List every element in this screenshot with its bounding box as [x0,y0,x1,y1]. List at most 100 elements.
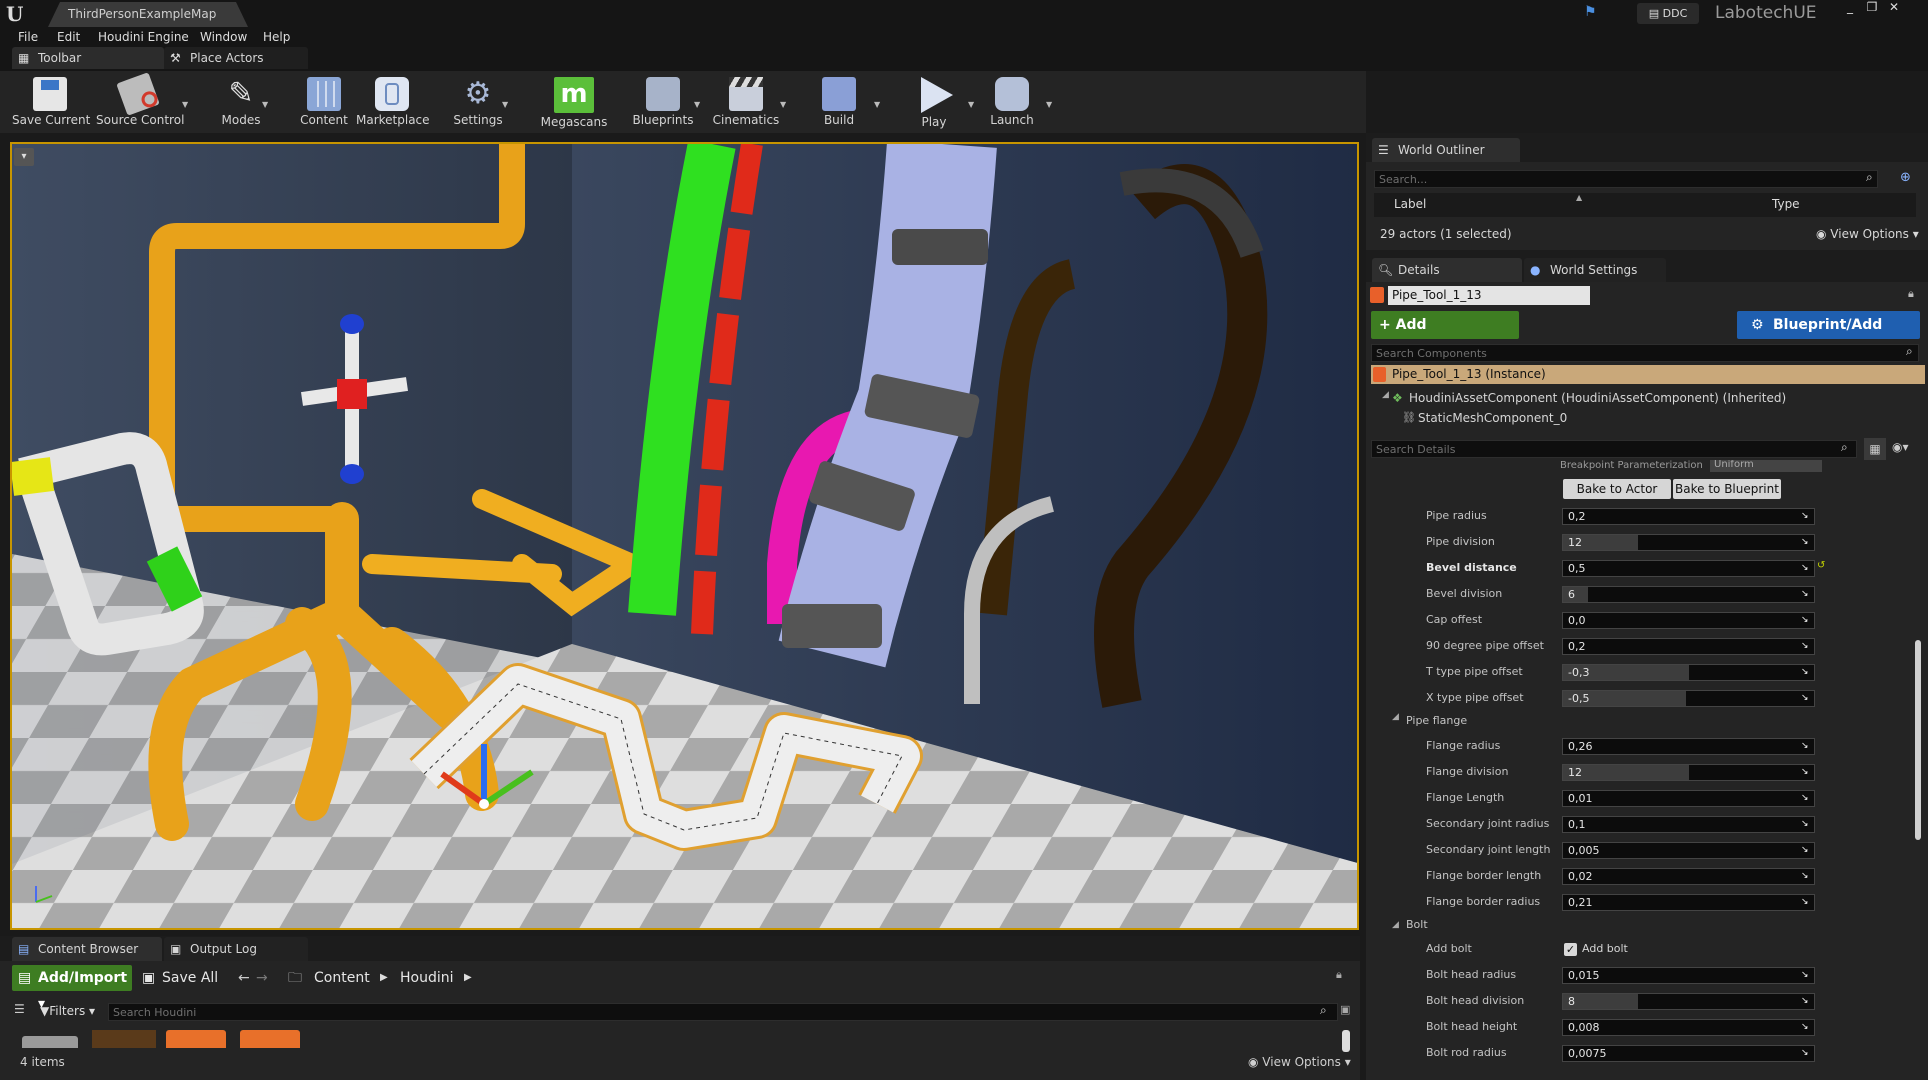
blueprints-dropdown-icon[interactable]: ▼ [694,100,702,109]
launch-dropdown-icon[interactable]: ▼ [1046,100,1054,109]
tab-place-actors[interactable]: ⚒ Place Actors [164,47,308,69]
source-control-button[interactable]: Source Control [96,72,184,131]
reset-arrow-icon[interactable]: ↘ [1801,562,1811,574]
megascans-button[interactable]: m Megascans [538,73,610,131]
bake-to-actor-button[interactable]: Bake to Actor [1563,479,1671,499]
prop-field-bolt-rod-radius[interactable]: 0,0075 ↘ [1562,1045,1815,1062]
launch-button[interactable]: Launch [982,73,1042,131]
reset-arrow-icon[interactable]: ↘ [1801,640,1811,652]
play-button[interactable]: Play [904,73,964,131]
cinematics-button[interactable]: Cinematics [710,73,782,131]
notification-icon[interactable]: ⚑ [1584,4,1600,20]
reset-arrow-icon[interactable]: ↘ [1801,666,1811,678]
marketplace-button[interactable]: Marketplace [356,73,430,131]
tab-world-settings[interactable]: ● World Settings [1524,258,1666,282]
add-filter-icon[interactable]: ⊕ [1900,170,1916,188]
prop-field-flange-border-radius[interactable]: 0,21 ↘ [1562,894,1815,911]
prop-field-90-degree-offset[interactable]: 0,2 ↘ [1562,638,1815,655]
prop-field-t-type-offset[interactable]: -0,3 ↘ [1562,664,1815,681]
prop-field-pipe-division[interactable]: 12 ↘ [1562,534,1815,551]
sources-toggle-icon[interactable]: ☰ [14,1002,32,1020]
level-viewport[interactable] [10,142,1359,930]
ddc-button[interactable]: ▤ DDC [1637,3,1699,24]
add-component-button[interactable]: + Add Component ▾ [1371,311,1519,361]
section-bolt[interactable]: Bolt [1406,915,1428,935]
outliner-search-input[interactable]: Search... [1374,170,1878,188]
content-search-input[interactable]: Search Houdini [108,1003,1338,1021]
modes-dropdown-icon[interactable]: ▼ [262,100,270,109]
reset-arrow-icon[interactable]: ↘ [1801,870,1811,882]
save-all-button[interactable]: ▣ Save All [142,965,230,991]
visibility-eye-icon[interactable]: ◉▾ [1892,440,1922,458]
asset-thumbnail[interactable] [240,1030,300,1048]
reset-arrow-icon[interactable]: ↘ [1801,844,1811,856]
menu-file[interactable]: File [18,27,38,47]
expand-triangle-icon[interactable]: ◢ [1392,712,1402,728]
outliner-col-label[interactable]: Label [1394,197,1544,215]
bake-to-blueprint-button[interactable]: Bake to Blueprint [1673,479,1781,499]
path-content[interactable]: Content [314,965,384,991]
prop-field-bolt-head-height[interactable]: 0,008 ↘ [1562,1019,1815,1036]
asset-thumbnail[interactable] [22,1036,78,1048]
search-details-input[interactable]: Search Details [1371,440,1857,458]
save-current-button[interactable]: Save Current [12,73,90,131]
path-separator-icon[interactable]: ▶ [380,965,392,991]
expand-triangle-icon[interactable]: ◢ [1392,920,1402,936]
settings-dropdown-icon[interactable]: ▼ [502,100,510,109]
source-control-dropdown-icon[interactable]: ▼ [182,100,190,109]
filters-button[interactable]: ▼Filters ▾ [40,1001,106,1021]
tab-world-outliner[interactable]: ☰ World Outliner [1372,138,1520,162]
minimize-icon[interactable]: _ [1840,0,1860,16]
reset-arrow-icon[interactable]: ↘ [1801,614,1811,626]
reset-arrow-icon[interactable]: ↘ [1801,588,1811,600]
prop-field-flange-division[interactable]: 12 ↘ [1562,764,1815,781]
details-scrollbar[interactable] [1915,640,1921,840]
outliner-view-options[interactable]: ◉ View Options ▾ [1816,227,1920,245]
build-button[interactable]: Build [808,73,870,131]
prop-field-secondary-joint-radius[interactable]: 0,1 ↘ [1562,816,1815,833]
component-static-mesh[interactable]: StaticMeshComponent_0 [1418,411,1718,429]
lock-icon[interactable]: 🔒︎ [1336,968,1352,986]
reset-arrow-icon[interactable]: ↘ [1801,510,1811,522]
menu-window[interactable]: Window [200,27,247,47]
tab-toolbar[interactable]: ▦ Toolbar [12,47,164,69]
menu-edit[interactable]: Edit [57,27,80,47]
viewport-options-button[interactable]: ▾ [14,148,34,166]
content-scrollbar[interactable] [1342,1030,1350,1052]
reset-arrow-icon[interactable]: ↘ [1801,792,1811,804]
play-dropdown-icon[interactable]: ▼ [968,100,976,109]
prop-field-bevel-division[interactable]: 6 ↘ [1562,586,1815,603]
asset-thumbnail[interactable] [166,1030,226,1048]
settings-button[interactable]: ⚙ Settings [450,73,506,131]
forward-arrow-icon[interactable]: → [256,965,272,991]
reset-arrow-icon[interactable]: ↘ [1801,740,1811,752]
save-search-icon[interactable]: ▣ [1340,1003,1354,1021]
reset-arrow-icon[interactable]: ↘ [1801,1021,1811,1033]
level-tab[interactable]: ThirdPersonExampleMap [48,2,248,27]
breakpoint-dropdown[interactable]: Uniform [1710,460,1822,472]
prop-field-cap-offset[interactable]: 0,0 ↘ [1562,612,1815,629]
prop-field-bolt-head-division[interactable]: 8 ↘ [1562,993,1815,1010]
menu-houdini-engine[interactable]: Houdini Engine [98,27,189,47]
reset-arrow-icon[interactable]: ↘ [1801,969,1811,981]
asset-thumbnail[interactable] [92,1030,156,1048]
content-button[interactable]: Content [298,73,350,131]
prop-field-flange-border-length[interactable]: 0,02 ↘ [1562,868,1815,885]
prop-field-secondary-joint-length[interactable]: 0,005 ↘ [1562,842,1815,859]
section-pipe-flange[interactable]: Pipe flange [1406,711,1467,731]
build-dropdown-icon[interactable]: ▼ [874,100,882,109]
reset-arrow-icon[interactable]: ↘ [1801,536,1811,548]
reset-to-default-icon[interactable]: ↺ [1817,560,1827,574]
tab-content-browser[interactable]: ▤ Content Browser [12,937,162,961]
reset-arrow-icon[interactable]: ↘ [1801,995,1811,1007]
prop-field-bevel-distance[interactable]: 0,5 ↘ [1562,560,1815,577]
outliner-tab-close-icon[interactable] [1893,140,1915,158]
reset-arrow-icon[interactable]: ↘ [1801,692,1811,704]
prop-field-x-type-offset[interactable]: -0,5 ↘ [1562,690,1815,707]
close-icon[interactable]: ✕ [1884,0,1904,16]
prop-field-bolt-head-radius[interactable]: 0,015 ↘ [1562,967,1815,984]
blueprint-add-script-button[interactable]: ⚙ Blueprint/Add Script [1737,311,1920,361]
prop-field-flange-radius[interactable]: 0,26 ↘ [1562,738,1815,755]
actor-name-field[interactable]: Pipe_Tool_1_13 [1388,286,1590,305]
search-components-input[interactable]: Search Components [1371,344,1919,362]
